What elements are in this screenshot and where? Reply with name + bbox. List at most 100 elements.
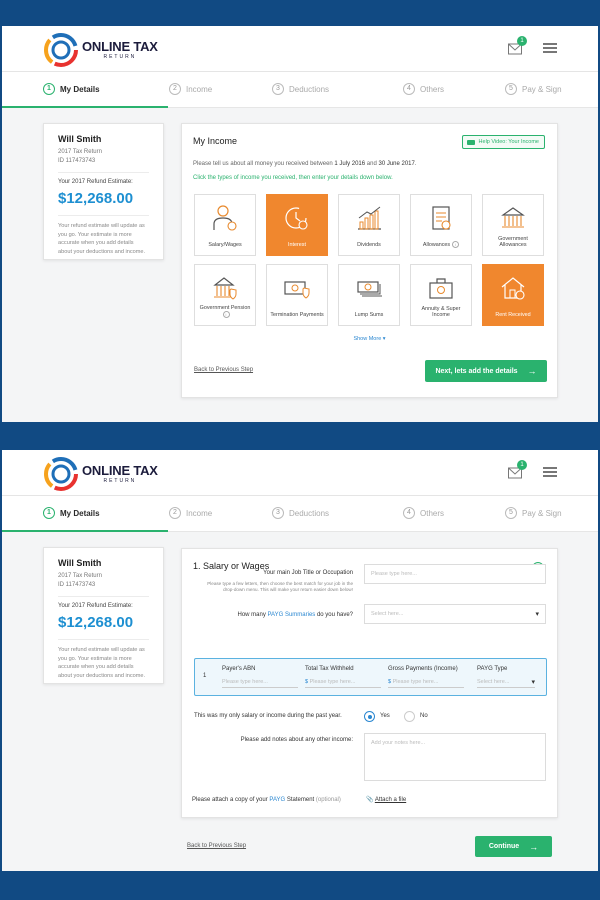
col-payers-abn: Payer's ABN [222,666,256,672]
payg-summaries-link[interactable]: PAYG Summaries [268,612,316,618]
logo-swirl-icon [44,33,78,67]
tile-lump-sums[interactable]: Lump Sums [338,264,400,326]
return-year: 2017 Tax Return [58,573,102,579]
menu-icon[interactable] [543,467,557,477]
step-my-details[interactable]: 1 My Details [43,507,100,519]
job-title-hint: Please type a few letters, then choose t… [207,581,353,592]
progress-steps: 1 My Details 2 Income 3 Deductions 4 Others … [2,496,598,532]
payg-link[interactable]: PAYG [269,797,285,803]
divider [58,172,149,173]
job-title-label: Your main Job Title or Occupation [263,570,353,576]
tile-salary-wages[interactable]: Salary/Wages [194,194,256,256]
notification-badge: 1 [517,36,527,46]
caret-down-icon: ▾ [535,611,539,618]
user-id: ID 117473743 [58,582,96,588]
attach-label: Please attach a copy of your PAYG Statem… [192,797,341,803]
col-total-tax-withheld: Total Tax Withheld [305,666,354,672]
logo-swirl-icon [44,457,78,491]
job-title-input[interactable]: Please type here... [364,564,546,584]
next-button[interactable]: Next, lets add the details → [425,360,547,382]
content-area: Will Smith 2017 Tax Return ID 117473743 … [2,532,598,871]
video-icon [466,139,475,145]
notes-label: Please add notes about any other income: [240,737,353,743]
logo[interactable]: ONLINE TAX RETURN [44,33,158,67]
brand-line2: RETURN [103,54,137,60]
gross-payments-input[interactable]: $ Please type here... [388,679,464,688]
payers-abn-input[interactable]: Please type here... [222,679,298,688]
cash-stack-icon [357,281,382,297]
back-button[interactable]: Back to Previous Step [187,843,246,849]
my-income-card: My Income Help Video: Your Income Please… [181,123,558,398]
user-name: Will Smith [58,134,102,144]
payg-summary-table: 1 Payer's ABN Total Tax Withheld Gross P… [194,658,547,696]
government-shield-icon [213,277,237,300]
top-bar: ONLINE TAX RETURN 1 [2,26,598,72]
tile-allowances[interactable]: Allowances i [410,194,472,256]
brand-line2: RETURN [103,478,137,484]
progress-steps: 1 My Details 2 Income 3 Deductions 4 Others … [2,72,598,108]
step-deductions[interactable]: 3 Deductions [272,83,329,95]
radio-no-label: No [420,713,428,719]
caret-down-icon: ▾ [531,679,535,686]
content-area: Will Smith 2017 Tax Return ID 117473743 … [2,108,598,422]
tax-withheld-input[interactable]: $ Please type here... [305,679,381,688]
payg-type-select[interactable]: Select here... ▾ [477,679,535,688]
briefcase-dollar-icon [429,278,453,299]
radio-yes-label: Yes [380,713,390,719]
payg-summaries-label: How many PAYG Summaries do you have? [237,612,353,618]
tile-government-allowances[interactable]: Government Allowances [482,194,544,256]
info-icon[interactable]: i [452,241,460,249]
step-my-details[interactable]: 1 My Details [43,83,100,95]
tile-government-pension[interactable]: Government Pensioni [194,264,256,326]
step-income[interactable]: 2 Income [169,83,212,95]
tile-interest[interactable]: Interest [266,194,328,256]
show-more-link[interactable]: Show More ▾ [182,336,557,342]
step-deductions[interactable]: 3 Deductions [272,507,329,519]
brand-line1: ONLINE TAX [82,39,158,54]
continue-button[interactable]: Continue → [475,836,552,857]
back-button[interactable]: Back to Previous Step [194,367,253,373]
estimate-note: Your refund estimate will update as you … [58,223,146,255]
notification-badge: 1 [517,460,527,470]
divider [58,639,149,640]
refund-summary-card: Will Smith 2017 Tax Return ID 117473743 … [43,123,164,260]
info-icon[interactable]: i [222,311,230,319]
notifications-button[interactable]: 1 [508,460,527,480]
payg-summaries-select[interactable]: Select here... ▾ [364,604,546,624]
divider [58,596,149,597]
help-video-button[interactable]: Help Video: Your Income [461,135,545,149]
bar-chart-icon [358,206,381,230]
step-others[interactable]: 4 Others [403,507,444,519]
notifications-button[interactable]: 1 [508,36,527,56]
col-payg-type[interactable]: PAYG Type [477,666,507,672]
tile-annuity-super[interactable]: Annuity & Super Income [410,264,472,326]
tile-dividends[interactable]: Dividends [338,194,400,256]
attach-file-button[interactable]: 📎 Attach a file [366,796,406,803]
government-building-icon [501,207,525,228]
paperclip-icon: 📎 [366,797,374,803]
menu-icon[interactable] [543,43,557,53]
arrow-right-icon: → [527,366,537,376]
notes-textarea[interactable]: Add your notes here... [364,733,546,781]
logo[interactable]: ONLINE TAX RETURN [44,457,158,491]
chevron-down-icon: ▾ [382,336,386,342]
step-pay-sign[interactable]: 5 Pay & Sign [505,83,562,95]
tile-rent-received[interactable]: Rent Received [482,264,544,326]
radio-yes[interactable] [364,711,375,722]
brand-line1: ONLINE TAX [82,463,158,478]
top-bar: ONLINE TAX RETURN 1 [2,450,598,496]
income-instruction: Click the types of income you received, … [193,175,393,181]
divider [58,215,149,216]
arrow-right-icon: → [529,841,539,852]
tile-termination-payments[interactable]: Termination Payments [266,264,328,326]
cash-shield-icon [284,281,310,299]
col-gross-payments: Gross Payments (Income) [388,666,458,672]
refund-estimate: $12,268.00 [58,190,134,207]
refund-estimate: $12,268.00 [58,614,134,631]
salary-wages-card: 1. Salary or Wages ? Your main Job Title… [181,548,558,818]
step-others[interactable]: 4 Others [403,83,444,95]
person-dollar-icon [213,205,237,231]
step-pay-sign[interactable]: 5 Pay & Sign [505,507,562,519]
radio-no[interactable] [404,711,415,722]
step-income[interactable]: 2 Income [169,507,212,519]
